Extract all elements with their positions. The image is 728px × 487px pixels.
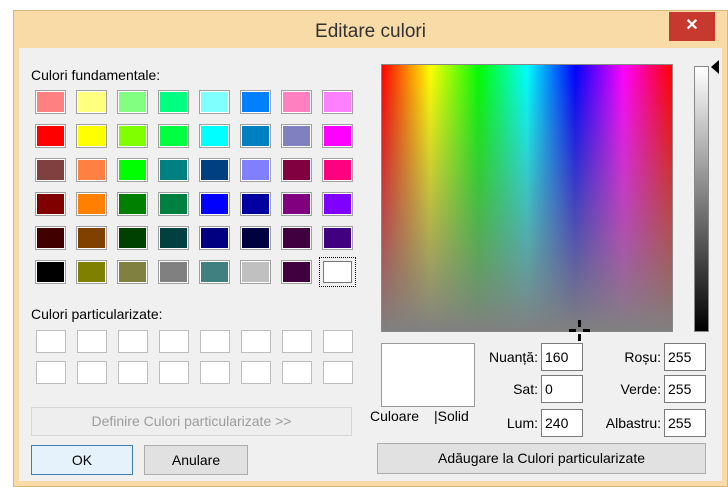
basic-color-swatch[interactable] bbox=[117, 158, 148, 182]
basic-color-swatch[interactable] bbox=[322, 124, 353, 148]
custom-color-swatch[interactable] bbox=[282, 330, 312, 353]
basic-color-swatch[interactable] bbox=[35, 158, 66, 182]
red-label: Roșu: bbox=[624, 349, 661, 365]
color-label: Culoare bbox=[370, 408, 420, 424]
basic-color-swatch[interactable] bbox=[281, 158, 312, 182]
custom-color-swatch[interactable] bbox=[77, 361, 107, 384]
basic-color-swatch[interactable] bbox=[281, 192, 312, 216]
sat-field[interactable] bbox=[541, 375, 583, 403]
custom-color-swatch[interactable] bbox=[241, 330, 271, 353]
custom-color-swatch[interactable] bbox=[323, 330, 353, 353]
sat-label: Sat: bbox=[513, 381, 538, 397]
basic-color-swatch[interactable] bbox=[35, 124, 66, 148]
basic-color-swatch[interactable] bbox=[199, 192, 230, 216]
custom-color-swatch[interactable] bbox=[323, 361, 353, 384]
basic-color-swatch[interactable] bbox=[240, 158, 271, 182]
basic-color-swatch[interactable] bbox=[35, 192, 66, 216]
basic-color-swatch[interactable] bbox=[322, 90, 353, 114]
basic-color-swatch[interactable] bbox=[76, 192, 107, 216]
custom-color-swatch[interactable] bbox=[36, 361, 66, 384]
basic-color-swatch[interactable] bbox=[76, 124, 107, 148]
lum-field[interactable] bbox=[541, 409, 583, 437]
custom-color-swatch[interactable] bbox=[159, 361, 189, 384]
basic-color-swatch[interactable] bbox=[322, 192, 353, 216]
custom-color-swatch[interactable] bbox=[77, 330, 107, 353]
basic-color-swatch[interactable] bbox=[281, 260, 312, 284]
color-preview bbox=[381, 343, 475, 407]
basic-color-swatch[interactable] bbox=[199, 158, 230, 182]
custom-color-swatch[interactable] bbox=[241, 361, 271, 384]
basic-color-swatch[interactable] bbox=[35, 260, 66, 284]
define-custom-colors-button[interactable]: Definire Culori particularizate >> bbox=[31, 407, 352, 436]
dialog-title: Editare culori bbox=[315, 21, 426, 42]
basic-color-swatch[interactable] bbox=[281, 226, 312, 250]
basic-color-swatch[interactable] bbox=[281, 124, 312, 148]
basic-color-swatch[interactable] bbox=[76, 260, 107, 284]
custom-color-swatch[interactable] bbox=[118, 330, 148, 353]
custom-color-swatch[interactable] bbox=[159, 330, 189, 353]
basic-color-swatch[interactable] bbox=[158, 158, 189, 182]
basic-color-swatch[interactable] bbox=[240, 260, 271, 284]
crosshair-icon bbox=[569, 320, 590, 341]
basic-color-swatch[interactable] bbox=[117, 260, 148, 284]
basic-color-swatch[interactable] bbox=[199, 90, 230, 114]
red-field[interactable] bbox=[664, 343, 706, 371]
basic-color-swatch[interactable] bbox=[158, 90, 189, 114]
custom-color-swatch[interactable] bbox=[118, 361, 148, 384]
close-icon: ✕ bbox=[685, 17, 699, 34]
basic-color-swatch[interactable] bbox=[158, 192, 189, 216]
basic-color-swatch[interactable] bbox=[76, 90, 107, 114]
basic-color-swatch[interactable] bbox=[117, 192, 148, 216]
blue-label: Albastru: bbox=[605, 415, 661, 431]
ok-button[interactable]: OK bbox=[31, 445, 133, 475]
color-spectrum[interactable] bbox=[381, 64, 673, 332]
basic-color-swatch[interactable] bbox=[240, 124, 271, 148]
basic-color-swatch[interactable] bbox=[158, 226, 189, 250]
basic-color-swatch[interactable] bbox=[117, 90, 148, 114]
hue-label: Nuanță: bbox=[488, 349, 538, 365]
basic-color-swatch[interactable] bbox=[322, 158, 353, 182]
basic-color-swatch[interactable] bbox=[158, 260, 189, 284]
add-to-custom-colors-button[interactable]: Adăugare la Culori particularizate bbox=[377, 443, 706, 474]
green-field[interactable] bbox=[664, 375, 706, 403]
close-button[interactable]: ✕ bbox=[669, 12, 715, 41]
cancel-button[interactable]: Anulare bbox=[144, 445, 248, 475]
basic-color-swatch[interactable] bbox=[240, 226, 271, 250]
basic-color-swatch[interactable] bbox=[158, 124, 189, 148]
luminosity-slider[interactable] bbox=[694, 66, 709, 332]
blue-field[interactable] bbox=[664, 409, 706, 437]
solid-label: |Solid bbox=[434, 408, 469, 424]
custom-color-swatch[interactable] bbox=[200, 361, 230, 384]
basic-color-swatch[interactable] bbox=[281, 90, 312, 114]
hue-field[interactable] bbox=[541, 343, 583, 371]
basic-color-swatch[interactable] bbox=[117, 226, 148, 250]
basic-color-swatch[interactable] bbox=[240, 192, 271, 216]
custom-color-swatch[interactable] bbox=[200, 330, 230, 353]
basic-color-swatch[interactable] bbox=[117, 124, 148, 148]
basic-color-swatch[interactable] bbox=[199, 124, 230, 148]
basic-color-swatch[interactable] bbox=[319, 257, 356, 287]
luminosity-arrow-icon[interactable] bbox=[711, 60, 719, 74]
basic-color-swatch[interactable] bbox=[76, 226, 107, 250]
basic-colors-label: Culori fundamentale: bbox=[31, 67, 161, 83]
basic-color-swatch[interactable] bbox=[35, 90, 66, 114]
dialog-client-area: Culori fundamentale: Culori particulariz… bbox=[19, 48, 722, 481]
basic-color-swatch[interactable] bbox=[322, 226, 353, 250]
custom-color-swatch[interactable] bbox=[282, 361, 312, 384]
basic-color-swatch[interactable] bbox=[35, 226, 66, 250]
basic-color-swatch[interactable] bbox=[76, 158, 107, 182]
edit-colors-dialog: Editare culori ✕ Culori fundamentale: Cu… bbox=[13, 10, 728, 487]
custom-color-swatch[interactable] bbox=[36, 330, 66, 353]
basic-color-swatch[interactable] bbox=[199, 226, 230, 250]
lum-label: Lum: bbox=[506, 415, 538, 431]
green-label: Verde: bbox=[620, 381, 661, 397]
basic-color-swatch[interactable] bbox=[199, 260, 230, 284]
custom-colors-label: Culori particularizate: bbox=[31, 306, 163, 322]
basic-color-swatch[interactable] bbox=[240, 90, 271, 114]
title-bar: Editare culori ✕ bbox=[14, 11, 727, 48]
